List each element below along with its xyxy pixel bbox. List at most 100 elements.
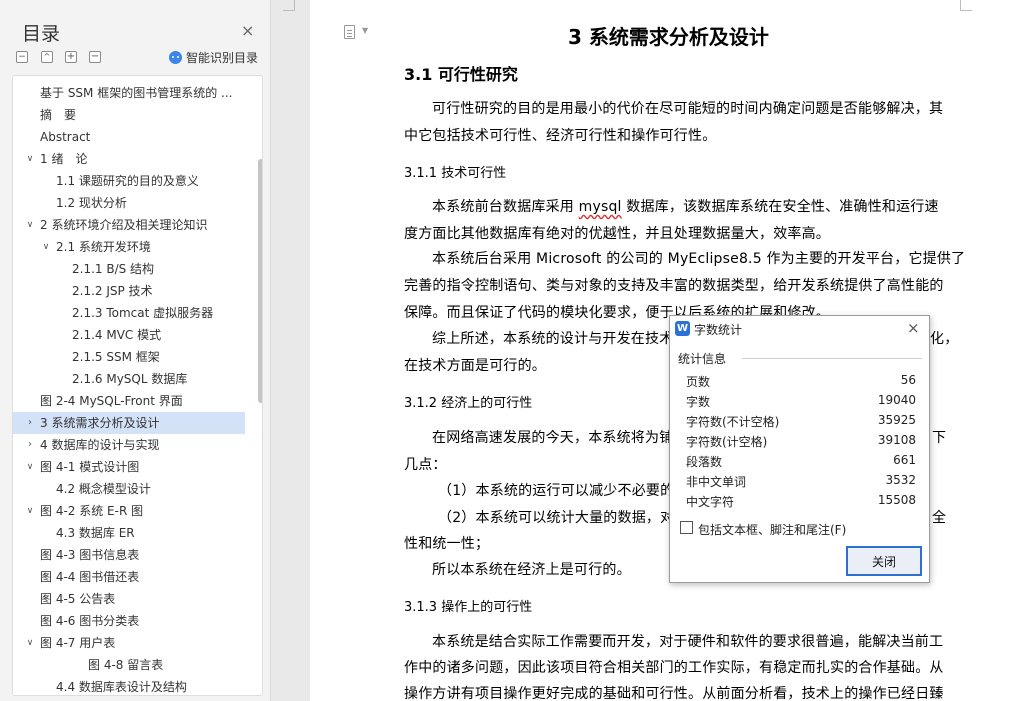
stat-value: 56 [900,373,916,387]
paragraph-line: 所以本系统在经济上是可行的。 [432,562,631,578]
wps-logo-icon: W [675,321,690,336]
stat-row: 非中文单词 3532 [686,473,916,493]
toc-item[interactable]: 4.4 数据库表设计及结构 [13,676,245,695]
stat-row: 字符数(不计空格) 35925 [686,413,916,433]
toc-item[interactable]: 1.2 现状分析 [13,192,245,214]
toc-item[interactable]: 图 2-4 MySQL-Front 界面 [13,390,245,412]
toc-item[interactable]: 基于 SSM 框架的图书管理系统的 ... [13,82,245,104]
toc-scrollbar[interactable] [258,159,262,403]
dialog-close-icon[interactable]: × [907,319,920,337]
toc-item[interactable]: › 4 数据库的设计与实现 [13,434,245,456]
chevron-down-icon[interactable]: ∨ [24,632,36,654]
toc-item-label: 摘 要 [40,108,77,122]
toc-item[interactable]: ∨ 图 4-7 用户表 [13,632,245,654]
collapse-all-glyph: − [18,52,26,62]
paragraph-line-tail: 全 [932,510,947,526]
paragraph-line: （2）本系统可以统计大量的数据，对 [438,510,675,526]
toc-item-label: 1.2 现状分析 [56,196,127,210]
close-button[interactable]: 关闭 [846,546,922,576]
include-footnotes-checkbox[interactable] [680,521,693,534]
chevron-down-icon[interactable]: ∨ [40,236,52,258]
smart-toc-label: 智能识别目录 [186,51,259,65]
toc-item[interactable]: 4.2 概念模型设计 [13,478,245,500]
toc-item-label: 4.4 数据库表设计及结构 [56,680,187,694]
toc-item-label: 图 4-5 公告表 [40,592,116,606]
toc-item[interactable]: › 3 系统需求分析及设计 [13,412,245,434]
toc-item[interactable]: ∨ 2.1 系统开发环境 [13,236,245,258]
chevron-right-icon[interactable]: › [24,434,36,456]
stat-row: 中文字符 15508 [686,493,916,513]
toc-panel-title: 目录 [22,23,61,45]
paragraph-line: 作中的诸多问题，因此该项目符合相关部门的工作实际，有稳定而扎实的合作基础。从 [404,660,944,676]
document-icon[interactable] [344,25,355,39]
page-corner-mark [960,0,972,11]
stat-label: 段落数 [686,455,723,469]
chapter-title: 3 系统需求分析及设计 [568,25,769,49]
chevron-down-icon[interactable]: ∨ [24,456,36,478]
stat-value: 15508 [877,493,916,507]
toc-item-label: 2.1 系统开发环境 [56,240,151,254]
toc-item-label: 4.3 数据库 ER [56,526,135,540]
paragraph-line: 在技术方面是可行的。 [404,358,546,374]
toc-item[interactable]: 图 4-6 图书分类表 [13,610,245,632]
chevron-down-icon[interactable]: ∨ [24,148,36,170]
stat-value: 39108 [877,433,916,447]
toc-item-label: 2.1.5 SSM 框架 [72,350,160,364]
toc-item-label: 1 绪 论 [40,152,88,166]
stat-label: 字数 [686,395,711,409]
paragraph-line: 几点： [404,457,447,473]
toc-item[interactable]: 图 4-4 图书借还表 [13,566,245,588]
toc-item[interactable]: 2.1.6 MySQL 数据库 [13,368,245,390]
chevron-down-icon[interactable]: ∨ [24,500,36,522]
word-count-dialog: W 字数统计 × 统计信息 页数 56 字数 19040 字符数(不计空格) 3592… [669,315,930,583]
toc-item-label: 图 4-7 用户表 [40,636,116,650]
toc-item-label: 图 4-6 图书分类表 [40,614,140,628]
paragraph-line: 本系统前台数据库采用 mysql 数据库，该数据库系统在安全性、准确性和运行速 [432,196,939,216]
spell-error-word[interactable]: mysql [579,199,622,215]
subsection-heading: 3.1.1 技术可行性 [404,166,507,181]
include-footnotes-label[interactable]: 包括文本框、脚注和尾注(F) [698,521,846,538]
robot-icon [169,51,182,64]
toc-item[interactable]: ∨ 图 4-1 模式设计图 [13,456,245,478]
paragraph-line: 在网络高速发展的今天，本系统将为铺 [432,430,674,446]
stat-value: 35925 [877,413,916,427]
toc-item[interactable]: 图 4-8 留言表 [13,654,245,676]
expand-all-icon[interactable]: ^ [41,51,53,63]
toc-panel: 目录 × − ^ + − 智能识别目录 基于 SSM 框架的图书管理系统的 ..… [0,0,271,701]
paragraph-line-tail: 下 [932,430,947,446]
add-level-icon[interactable]: + [65,51,77,63]
paragraph-line: 完善的指令控制语句、类与对象的支持及丰富的数据类型，给开发系统提供了高性能的 [404,278,944,294]
toc-item[interactable]: 图 4-5 公告表 [13,588,245,610]
stat-row: 字数 19040 [686,393,916,413]
toc-item-label: 2.1.2 JSP 技术 [72,284,153,298]
smart-toc-button[interactable]: 智能识别目录 [169,49,258,66]
paragraph-line: 可行性研究的目的是用最小的代价在尽可能短的时间内确定问题是否能够解决，其 [432,101,944,117]
toc-item[interactable]: 1.1 课题研究的目的及意义 [13,170,245,192]
stat-label: 字符数(不计空格) [686,415,780,429]
stat-value: 3532 [885,473,916,487]
toc-close-icon[interactable]: × [241,21,254,40]
chevron-down-icon[interactable]: ▼ [362,26,368,35]
toc-item[interactable]: Abstract [13,126,245,148]
toc-item[interactable]: 摘 要 [13,104,245,126]
paragraph-line: 性和统一性； [404,536,490,552]
toc-item[interactable]: 4.3 数据库 ER [13,522,245,544]
toc-item[interactable]: 2.1.2 JSP 技术 [13,280,245,302]
toc-item[interactable]: 2.1.5 SSM 框架 [13,346,245,368]
toc-item[interactable]: 2.1.1 B/S 结构 [13,258,245,280]
toc-item[interactable]: ∨ 2 系统环境介绍及相关理论知识 [13,214,245,236]
subsection-heading: 3.1.2 经济上的可行性 [404,396,533,411]
subsection-heading: 3.1.3 操作上的可行性 [404,600,533,615]
toc-item-label: 4 数据库的设计与实现 [40,438,160,452]
toc-item[interactable]: 图 4-3 图书信息表 [13,544,245,566]
toc-item[interactable]: 2.1.4 MVC 模式 [13,324,245,346]
chevron-down-icon[interactable]: ∨ [24,214,36,236]
remove-level-icon[interactable]: − [89,51,101,63]
group-divider [742,358,922,359]
collapse-all-icon[interactable]: − [16,51,28,63]
toc-item[interactable]: 2.1.3 Tomcat 虚拟服务器 [13,302,245,324]
stat-row: 段落数 661 [686,453,916,473]
chevron-right-icon[interactable]: › [24,412,36,434]
toc-item[interactable]: ∨ 1 绪 论 [13,148,245,170]
toc-item[interactable]: ∨ 图 4-2 系统 E-R 图 [13,500,245,522]
